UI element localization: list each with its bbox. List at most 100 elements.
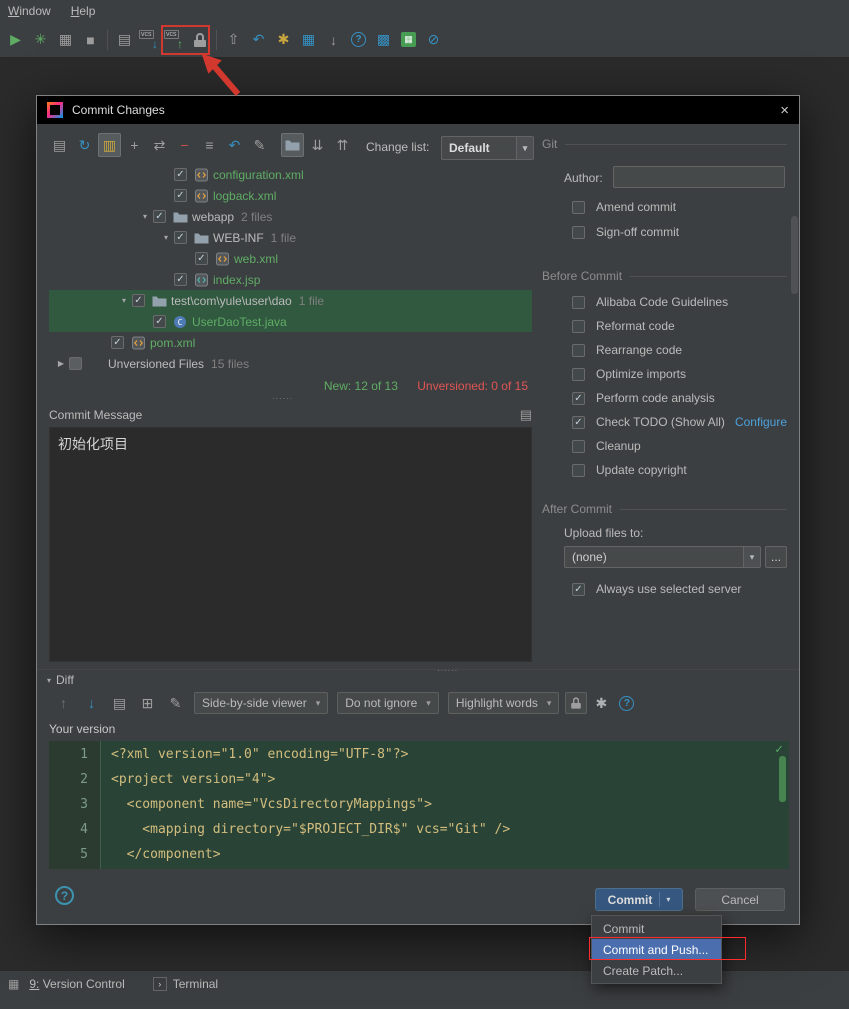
file-checkbox[interactable]: ✓ [153,315,166,328]
before-commit-option[interactable]: Cleanup [572,434,787,458]
terminal-tab[interactable]: › Terminal [152,977,218,991]
file-name[interactable]: webapp [192,210,234,224]
gear-icon[interactable]: ✱ [590,692,612,714]
shelve-icon[interactable]: ⇧ [222,28,245,52]
splitter-handle[interactable]: ∙∙∙∙∙∙ [437,665,458,675]
amend-checkbox[interactable] [572,200,585,214]
stop-icon[interactable]: ■ [79,28,102,52]
before-commit-option[interactable]: Alibaba Code Guidelines [572,290,787,314]
show-details-icon[interactable]: ▤ [48,133,71,157]
show-diff-icon[interactable]: ▥ [98,133,121,157]
highlight-select[interactable]: Highlight words ▾ [447,692,560,714]
option-checkbox[interactable]: ✓ [572,415,585,429]
tree-row[interactable]: ✓ C UserDaoTest.java [49,311,532,332]
structure-icon[interactable]: ▦ [297,28,320,52]
edit-icon[interactable]: ✎ [248,133,271,157]
before-commit-option[interactable]: ✓ Check TODO (Show All) Configure [572,410,787,434]
commit-button[interactable]: Commit ▾ [595,888,683,911]
diff-section-header[interactable]: ▾ Diff [47,673,74,687]
before-commit-option[interactable]: Reformat code [572,314,787,338]
always-use-server-row[interactable]: ✓ Always use selected server [572,579,741,599]
tree-row[interactable]: ✓ web.xml [49,248,532,269]
configure-link[interactable]: Configure [735,415,787,429]
file-checkbox[interactable]: ✓ [174,168,187,181]
file-checkbox[interactable]: ✓ [153,210,166,223]
delete-icon[interactable]: − [173,133,196,157]
next-diff-icon[interactable]: ↓ [80,691,103,715]
splitter-handle[interactable]: ∙∙∙∙∙∙ [272,393,293,403]
tool-windows-icon[interactable]: ▦ [8,977,19,991]
before-commit-option[interactable]: ✓ Perform code analysis [572,386,787,410]
debug-icon[interactable]: ✳ [29,28,52,52]
rollback-icon[interactable]: ↶ [223,133,246,157]
expand-arrow-icon[interactable]: ▶ [53,359,69,368]
block-icon[interactable]: ⊘ [422,28,445,52]
file-name[interactable]: index.jsp [213,273,260,287]
file-checkbox[interactable]: ✓ [132,294,145,307]
option-checkbox[interactable] [572,319,585,333]
file-name[interactable]: WEB-INF [213,231,264,245]
menu-window[interactable]: Window [8,4,51,18]
commit-dropdown-icon[interactable]: ▾ [659,892,670,907]
file-checkbox[interactable]: ✓ [174,231,187,244]
file-name[interactable]: UserDaoTest.java [192,315,287,329]
file-checkbox[interactable]: ✓ [111,336,124,349]
file-name[interactable]: configuration.xml [213,168,304,182]
option-checkbox[interactable] [572,439,585,453]
before-commit-option[interactable]: Optimize imports [572,362,787,386]
dialog-title-bar[interactable]: Commit Changes × [37,96,799,124]
always-use-server-checkbox[interactable]: ✓ [572,582,585,596]
tree-row[interactable]: ✓ index.jsp [49,269,532,290]
chevron-down-icon[interactable]: ▾ [743,547,760,567]
viewer-select[interactable]: Side-by-side viewer ▾ [194,692,329,714]
tree-row[interactable]: ▾ ✓ test\com\yule\user\dao 1 file [49,290,532,311]
annotate-icon[interactable]: ✎ [164,691,187,715]
file-checkbox[interactable]: ✓ [174,189,187,202]
collapse-all-icon[interactable]: ⇈ [331,133,354,157]
amend-commit-row[interactable]: Amend commit [572,197,676,217]
cancel-button[interactable]: Cancel [695,888,785,911]
tools-icon[interactable]: ✱ [272,28,295,52]
changelist-combo[interactable]: Default ▾ [441,136,534,160]
option-checkbox[interactable] [572,343,585,357]
collapse-arrow-icon[interactable]: ▾ [116,296,132,305]
apply-diff-icon[interactable]: ⊞ [136,691,159,715]
paste-icon[interactable]: ▤ [113,28,136,52]
diff-help-icon[interactable]: ? [619,695,635,711]
file-checkbox[interactable]: ✓ [195,252,208,265]
option-checkbox[interactable]: ✓ [572,391,585,405]
tree-row[interactable]: ▾ ✓ WEB-INF 1 file [49,227,532,248]
collapse-triangle-icon[interactable]: ▾ [47,676,51,685]
run-icon[interactable]: ▶ [4,28,27,52]
update-project-icon[interactable]: vcs ↓ [138,28,161,52]
menu-help[interactable]: Help [71,4,96,18]
editor-scrollbar[interactable] [779,756,786,802]
tree-row[interactable]: ✓ pom.xml [49,332,532,353]
close-icon[interactable]: × [780,102,789,119]
whitespace-select[interactable]: Do not ignore ▾ [337,692,439,714]
help-button[interactable]: ? [55,886,74,905]
file-name[interactable]: logback.xml [213,189,276,203]
group-by-directory-icon[interactable] [281,133,304,157]
signoff-commit-row[interactable]: Sign-off commit [572,222,679,242]
tree-row[interactable]: ✓ configuration.xml [49,164,532,185]
diff-splitter[interactable] [37,669,799,670]
before-commit-option[interactable]: Rearrange code [572,338,787,362]
prev-diff-icon[interactable]: ↑ [52,691,75,715]
chevron-down-icon[interactable]: ▾ [516,137,533,159]
signoff-checkbox[interactable] [572,225,585,239]
marketplace-icon[interactable]: ▦ [397,28,420,52]
message-history-icon[interactable]: ▤ [520,407,532,423]
undo-icon[interactable]: ↶ [247,28,270,52]
file-name[interactable]: Unversioned Files [108,357,204,371]
file-name[interactable]: web.xml [234,252,278,266]
expand-all-icon[interactable]: ⇊ [306,133,329,157]
coverage-icon[interactable]: ▦ [54,28,77,52]
add-icon[interactable]: + [123,133,146,157]
download-icon[interactable]: ↓ [322,28,345,52]
collapse-arrow-icon[interactable]: ▾ [137,212,153,221]
plugins-icon[interactable]: ▩ [372,28,395,52]
file-checkbox[interactable] [69,357,82,370]
option-checkbox[interactable] [572,367,585,381]
file-checkbox[interactable]: ✓ [174,273,187,286]
